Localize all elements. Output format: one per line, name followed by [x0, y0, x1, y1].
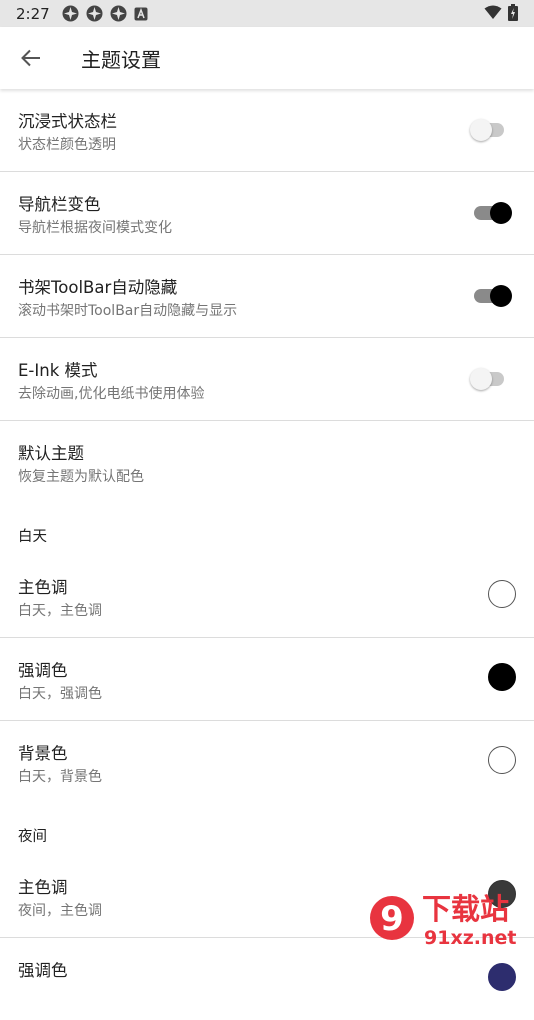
app-notification-icon	[62, 5, 79, 22]
pref-title: 主色调	[18, 878, 68, 897]
pref-title: 导航栏变色	[18, 195, 101, 214]
toggle-switch[interactable]	[470, 285, 514, 307]
page-title: 主题设置	[81, 47, 161, 72]
app-toolbar: 主题设置	[0, 27, 534, 89]
pref-eink-mode[interactable]: E-Ink 模式 去除动画,优化电纸书使用体验	[0, 338, 534, 421]
system-icons	[484, 4, 518, 21]
category-title: 夜间	[18, 829, 47, 845]
back-button[interactable]	[0, 27, 62, 89]
color-swatch[interactable]	[488, 746, 516, 774]
arrow-back-icon	[21, 49, 40, 67]
pref-summary: 白天，强调色	[18, 686, 102, 702]
color-swatch[interactable]	[488, 963, 516, 991]
wifi-icon	[484, 5, 502, 19]
pref-night-accent-color[interactable]: 强调色	[0, 938, 534, 1020]
pref-immersive-status-bar[interactable]: 沉浸式状态栏 状态栏颜色透明	[0, 89, 534, 172]
pref-summary: 白天，背景色	[18, 769, 102, 785]
pref-title: 沉浸式状态栏	[18, 112, 117, 131]
pref-night-primary-color[interactable]: 主色调 夜间，主色调	[0, 855, 534, 938]
switch-thumb	[470, 368, 492, 390]
pref-summary: 状态栏颜色透明	[18, 137, 116, 153]
category-night: 夜间	[0, 803, 534, 855]
switch-thumb	[490, 202, 512, 224]
category-day: 白天	[0, 503, 534, 555]
pref-title: 强调色	[18, 961, 68, 980]
a-notification-icon	[134, 7, 148, 20]
pref-title: 背景色	[18, 744, 68, 763]
pref-title: 书架ToolBar自动隐藏	[18, 278, 178, 297]
color-swatch[interactable]	[488, 663, 516, 691]
pref-summary: 夜间，主色调	[18, 903, 102, 919]
pref-bookshelf-toolbar-autohide[interactable]: 书架ToolBar自动隐藏 滚动书架时ToolBar自动隐藏与显示	[0, 255, 534, 338]
status-time: 2:27	[16, 4, 50, 23]
status-bar: 2:27	[0, 0, 534, 27]
pref-title: 强调色	[18, 661, 68, 680]
pref-summary: 导航栏根据夜间模式变化	[18, 220, 172, 236]
pref-day-primary-color[interactable]: 主色调 白天，主色调	[0, 555, 534, 638]
switch-thumb	[490, 285, 512, 307]
app-notification-icon	[110, 5, 127, 22]
switch-thumb	[470, 119, 492, 141]
pref-summary: 去除动画,优化电纸书使用体验	[18, 386, 205, 402]
toggle-switch[interactable]	[470, 119, 514, 141]
app-notification-icon	[86, 5, 103, 22]
toggle-switch[interactable]	[470, 202, 514, 224]
pref-day-accent-color[interactable]: 强调色 白天，强调色	[0, 638, 534, 721]
color-swatch[interactable]	[488, 580, 516, 608]
pref-default-theme[interactable]: 默认主题 恢复主题为默认配色	[0, 421, 534, 503]
pref-summary: 恢复主题为默认配色	[18, 469, 144, 485]
preference-list: 沉浸式状态栏 状态栏颜色透明 导航栏变色 导航栏根据夜间模式变化 书架ToolB…	[0, 89, 534, 1020]
pref-title: 默认主题	[18, 444, 84, 463]
category-title: 白天	[18, 529, 47, 545]
battery-icon	[508, 4, 518, 21]
pref-title: E-Ink 模式	[18, 361, 98, 380]
pref-summary: 白天，主色调	[18, 603, 102, 619]
toggle-switch[interactable]	[470, 368, 514, 390]
pref-title: 主色调	[18, 578, 68, 597]
color-swatch[interactable]	[488, 880, 516, 908]
pref-day-background-color[interactable]: 背景色 白天，背景色	[0, 721, 534, 803]
notification-icons	[62, 5, 148, 22]
pref-summary: 滚动书架时ToolBar自动隐藏与显示	[18, 303, 238, 319]
pref-navbar-color[interactable]: 导航栏变色 导航栏根据夜间模式变化	[0, 172, 534, 255]
